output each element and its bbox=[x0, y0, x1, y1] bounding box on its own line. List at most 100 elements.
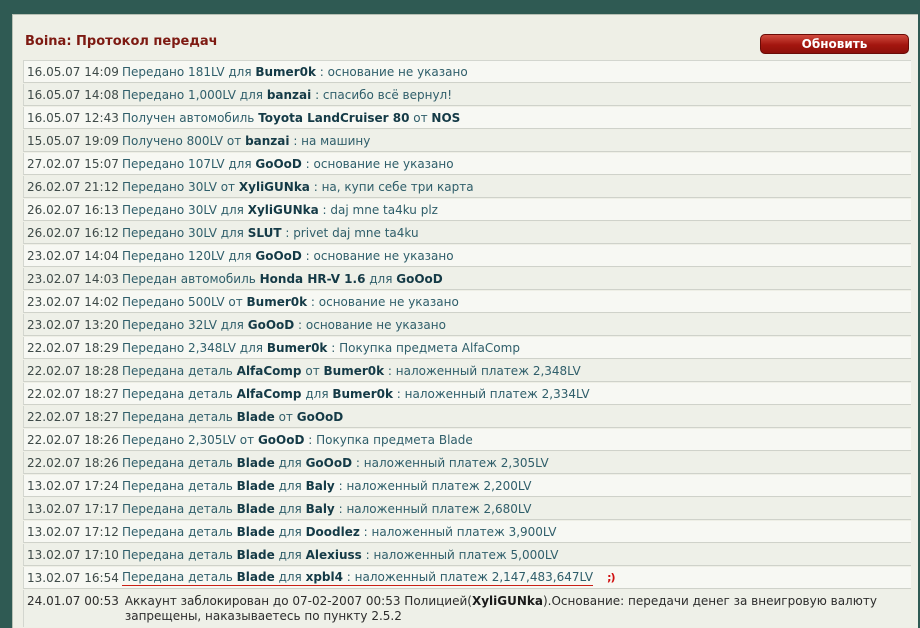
log-timestamp: 22.02.07 18:29 bbox=[27, 340, 119, 355]
log-row: 16.05.07 12:43 Получен автомобиль Toyota … bbox=[23, 107, 911, 129]
log-text: Передано 2,348LV для Bumer0k : Покупка п… bbox=[122, 341, 520, 355]
log-entity: Baly bbox=[305, 478, 335, 493]
log-timestamp: 22.02.07 18:26 bbox=[27, 455, 119, 470]
log-text: Передано 500LV от Bumer0k : основание не… bbox=[122, 295, 459, 309]
log-fragment: : наложенный платеж 5,000LV bbox=[361, 547, 559, 562]
log-entity: Bumer0k bbox=[255, 64, 316, 79]
wink-emoticon-icon: ;) bbox=[607, 571, 616, 584]
log-fragment: Передана деталь bbox=[122, 363, 237, 378]
log-fragment: Передано 181LV для bbox=[122, 64, 256, 79]
log-text: Передана деталь Blade для Baly : наложен… bbox=[122, 479, 531, 493]
log-fragment: Передана деталь bbox=[122, 547, 237, 562]
log-text: Передано 30LV от XyliGUNka : на, купи се… bbox=[122, 180, 474, 194]
log-fragment: Получен автомобиль bbox=[122, 110, 259, 125]
log-fragment: Передано 2,305LV от bbox=[122, 432, 258, 447]
log-timestamp: 16.05.07 12:43 bbox=[27, 110, 119, 125]
log-entity: GoOoD bbox=[247, 317, 295, 332]
log-row: 23.02.07 13:20 Передано 32LV для GoOoD : … bbox=[23, 314, 911, 336]
log-fragment: Передана деталь bbox=[122, 524, 237, 539]
log-text: Передано 30LV для XyliGUNka : daj mne ta… bbox=[122, 203, 438, 217]
log-entity: Blade bbox=[236, 409, 275, 424]
log-text: Передана деталь Blade для GoOoD : наложе… bbox=[122, 456, 549, 470]
log-text: Передана деталь Blade от GoOoD bbox=[122, 410, 343, 424]
log-entity: XyliGUNka bbox=[471, 594, 543, 608]
log-fragment: Передано 30LV для bbox=[122, 225, 248, 240]
log-entity: Bumer0k bbox=[246, 294, 308, 309]
log-text: Получено 800LV от banzai : на машину bbox=[122, 134, 370, 148]
log-fragment: : daj mne ta4ku plz bbox=[318, 202, 438, 217]
log-text: Передана деталь AlfaComp для Bumer0k : н… bbox=[122, 387, 590, 401]
log-fragment: Передана деталь bbox=[122, 409, 237, 424]
log-fragment: для bbox=[274, 524, 306, 539]
log-text: Передано 1,000LV для banzai : спасибо вс… bbox=[122, 88, 452, 102]
log-fragment: : наложенный платеж 2,200LV bbox=[334, 478, 532, 493]
log-row: 13.02.07 17:12 Передана деталь Blade для … bbox=[23, 521, 911, 543]
log-row: 16.05.07 14:08 Передано 1,000LV для banza… bbox=[23, 84, 911, 106]
log-timestamp: 27.02.07 15:07 bbox=[27, 156, 119, 171]
refresh-button[interactable]: Обновить bbox=[760, 34, 909, 54]
log-timestamp: 23.02.07 14:03 bbox=[27, 271, 119, 286]
log-entity: xpbl4 bbox=[305, 569, 343, 584]
log-fragment: Получено 800LV от bbox=[122, 133, 246, 148]
log-entity: Blade bbox=[236, 569, 275, 584]
log-timestamp: 16.05.07 14:08 bbox=[27, 87, 119, 102]
log-fragment: : наложенный платеж 2,305LV bbox=[352, 455, 549, 470]
log-entity: Bumer0k bbox=[332, 386, 393, 401]
log-fragment: Передана деталь bbox=[122, 501, 237, 516]
log-entity: Blade bbox=[236, 524, 275, 539]
log-fragment: : наложенный платеж 2,348LV bbox=[384, 363, 581, 378]
log-timestamp: 16.05.07 14:09 bbox=[27, 64, 119, 79]
log-fragment: Передана деталь bbox=[122, 478, 237, 493]
log-text: Передано 107LV для GoOoD : основание не … bbox=[122, 157, 454, 171]
log-fragment: для bbox=[274, 569, 306, 584]
log-entity: Toyota LandCruiser 80 bbox=[258, 110, 410, 125]
log-text: Аккаунт заблокирован до 07-02-2007 00:53… bbox=[125, 594, 911, 624]
log-text: Передана деталь Blade для Baly : наложен… bbox=[122, 502, 531, 516]
log-fragment: для bbox=[274, 455, 306, 470]
log-row: 13.02.07 16:54 Передана деталь Blade для … bbox=[23, 567, 911, 589]
log-fragment: Передан автомобиль bbox=[122, 271, 260, 286]
log-fragment: : на, купи себе три карта bbox=[309, 179, 474, 194]
log-row-account-blocked: 24.01.07 00:53 Аккаунт заблокирован до 07… bbox=[23, 590, 911, 627]
log-timestamp: 23.02.07 14:04 bbox=[27, 248, 119, 263]
log-fragment: от bbox=[409, 110, 432, 125]
log-fragment: : Покупка предмета AlfaComp bbox=[327, 340, 520, 355]
log-text: Передана деталь Blade для Doodlez : нало… bbox=[122, 525, 557, 539]
log-text: Передано 120LV для GoOoD : основание не … bbox=[122, 249, 454, 263]
log-entity: GoOoD bbox=[296, 409, 344, 424]
log-text: Передана деталь Blade для Alexiuss : нал… bbox=[122, 548, 558, 562]
log-entity: GoOoD bbox=[396, 271, 443, 286]
log-entity: Blade bbox=[236, 455, 275, 470]
log-fragment: от bbox=[274, 409, 297, 424]
log-entity: banzai bbox=[266, 87, 312, 102]
log-timestamp: 13.02.07 16:54 bbox=[27, 570, 119, 585]
log-text: Передано 2,305LV от GoOoD : Покупка пред… bbox=[122, 433, 473, 447]
log-timestamp: 13.02.07 17:24 bbox=[27, 478, 119, 493]
log-fragment: Передано 2,348LV для bbox=[122, 340, 267, 355]
log-fragment: : privet daj mne ta4ku bbox=[281, 225, 419, 240]
log-entity: AlfaComp bbox=[236, 386, 302, 401]
log-row: 23.02.07 14:02 Передано 500LV от Bumer0k … bbox=[23, 291, 911, 313]
log-fragment: : основание не указано bbox=[294, 317, 446, 332]
log-fragment: : спасибо всё вернул! bbox=[311, 87, 453, 102]
log-text: Передана деталь AlfaComp от Bumer0k : на… bbox=[122, 364, 581, 378]
log-timestamp: 23.02.07 14:02 bbox=[27, 294, 119, 309]
log-entity: SLUT bbox=[247, 225, 282, 240]
log-text: Передано 32LV для GoOoD : основание не у… bbox=[122, 318, 446, 332]
log-fragment: Передана деталь bbox=[122, 455, 237, 470]
log-entity: Bumer0k bbox=[323, 363, 385, 378]
log-row: 22.02.07 18:26 Передано 2,305LV от GoOoD … bbox=[23, 429, 911, 451]
log-text: Получен автомобиль Toyota LandCruiser 80… bbox=[122, 111, 460, 125]
log-fragment: для bbox=[274, 478, 306, 493]
log-fragment: : основание не указано bbox=[301, 156, 454, 171]
log-fragment: : основание не указано bbox=[315, 64, 468, 79]
log-timestamp: 13.02.07 17:12 bbox=[27, 524, 119, 539]
log-fragment: : наложенный платеж 2,334LV bbox=[392, 386, 590, 401]
log-fragment: Передано 1,000LV для bbox=[122, 87, 267, 102]
log-entity: XyliGUNka bbox=[247, 202, 319, 217]
log-row: 26.02.07 16:12 Передано 30LV для SLUT : p… bbox=[23, 222, 911, 244]
log-fragment: Передано 30LV от bbox=[122, 179, 239, 194]
log-entity: GoOoD bbox=[255, 248, 302, 263]
log-entity: banzai bbox=[245, 133, 290, 148]
log-entity: Bumer0k bbox=[266, 340, 328, 355]
